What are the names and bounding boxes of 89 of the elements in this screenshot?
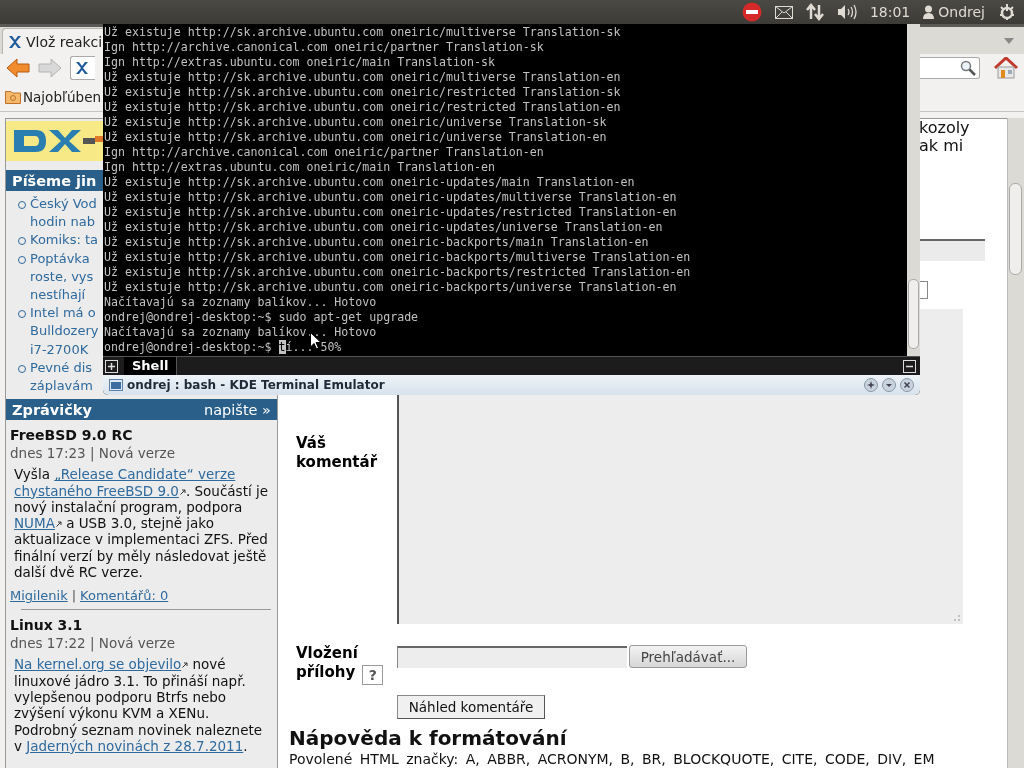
- no-entry-icon[interactable]: [741, 2, 762, 22]
- resize-grip-icon[interactable]: [954, 615, 960, 621]
- home-icon[interactable]: [994, 57, 1018, 79]
- article-link[interactable]: Intel má o Bulldozery i7-2700K: [30, 304, 99, 359]
- close-icon[interactable]: [900, 378, 914, 392]
- user-name[interactable]: Ondrej: [938, 4, 985, 20]
- scrollbar[interactable]: [907, 24, 920, 356]
- terminal-line: Už existuje http://sk.archive.ubuntu.com oneiric-updates/universe Translation-en: [104, 220, 664, 235]
- preview-button[interactable]: Náhled komentáře: [397, 695, 545, 719]
- browse-button[interactable]: Prehľadávať...: [629, 645, 747, 668]
- minimize-icon[interactable]: [903, 359, 916, 373]
- terminal-line: Už existuje http://sk.archive.ubuntu.com oneiric-backports/multiverse Translation-en: [104, 250, 692, 265]
- news-title: FreeBSD 9.0 RC: [10, 427, 134, 444]
- speaker-icon[interactable]: [836, 4, 857, 20]
- new-tab-icon[interactable]: [105, 359, 118, 373]
- external-link-icon: [179, 488, 186, 495]
- address-field[interactable]: [70, 56, 95, 80]
- bookmarks-folder-icon: [5, 89, 21, 104]
- window-title: ondrej : bash - KDE Terminal Emulator: [127, 378, 385, 392]
- back-arrow-icon[interactable]: [6, 58, 30, 78]
- news-title: Linux 3.1: [10, 617, 84, 634]
- text-link[interactable]: NUMA: [14, 515, 62, 532]
- terminal-line: Ign http://archive.canonical.com oneiric/partner Translation-en: [104, 145, 545, 160]
- search-field[interactable]: [917, 57, 980, 79]
- dropdown-icon[interactable]: [882, 378, 896, 392]
- help-heading: Nápověda k formátování: [289, 726, 568, 750]
- scrollbar[interactable]: [1007, 118, 1024, 768]
- news-meta: dnes 17:23 | Nová verze: [10, 445, 176, 462]
- terminal-line: Už existuje http://sk.archive.ubuntu.com oneiric-updates/restricted Translation-en: [104, 205, 678, 220]
- article-link[interactable]: Pevné dis záplavám: [30, 358, 93, 396]
- terminal-line: ondrej@ondrej-desktop:~$ sudo apt-get upgrade: [104, 310, 420, 325]
- help-button[interactable]: ?: [362, 665, 384, 685]
- text-link[interactable]: „Release Candidate“ verze: [54, 466, 236, 483]
- news-meta: dnes 17:22 | Nová verze: [10, 635, 176, 652]
- person-icon: [923, 5, 935, 19]
- write-link[interactable]: napište »: [204, 401, 271, 418]
- terminal-line: Už existuje http://sk.archive.ubuntu.com oneiric-updates/multiverse Translation-en: [104, 190, 678, 205]
- section-title: Píšeme jin: [12, 172, 97, 189]
- external-link-icon: [182, 662, 189, 669]
- terminal-line: Už existuje http://sk.archive.ubuntu.com oneiric/restricted Translation-en: [104, 100, 622, 115]
- article-text: kozoly: [919, 119, 971, 137]
- separator: |: [71, 588, 77, 604]
- scroll-thumb[interactable]: [908, 279, 919, 349]
- section-title: Zprávičky: [12, 401, 92, 418]
- terminal-line: Načítavajú sa zoznamy balíkov... Hotovo: [104, 325, 378, 340]
- article-link[interactable]: Český Vod hodin nab: [30, 195, 97, 232]
- comments-link[interactable]: Komentářů: 0: [80, 588, 169, 604]
- author-link[interactable]: Migilenik: [10, 588, 68, 604]
- terminal-line: Ign http://extras.ubuntu.com oneiric/main Translation-en: [104, 160, 496, 175]
- terminal-line: Už existuje http://sk.archive.ubuntu.com oneiric-backports/restricted Translation-en: [104, 265, 692, 280]
- terminal-line: Už existuje http://sk.archive.ubuntu.com oneiric/universe Translation-sk: [104, 115, 608, 130]
- terminal-tab[interactable]: Shell: [124, 357, 178, 375]
- attachment-label: Vložení přílohy: [296, 644, 358, 681]
- terminal-line: Ign http://archive.canonical.com oneiric/partner Translation-sk: [104, 40, 545, 55]
- file-field[interactable]: [397, 646, 627, 668]
- news-text: Vyšla „Release Candidate“ verze chystaného FreeBSD 9.0 . Součástí je nový instalační program, podpora NUMA a USB 3.0, stejně jako aktualizace v implementaci ZFS. Před finální verzí by měly následovat ještě další dvě RC verze.: [14, 466, 270, 581]
- terminal-line: Už existuje http://sk.archive.ubuntu.com oneiric/universe Translation-en: [104, 130, 608, 145]
- search-icon: [960, 60, 976, 76]
- article-link[interactable]: Komiks: ta: [30, 231, 98, 250]
- text-link[interactable]: Na kernel.org se objevilo: [14, 656, 189, 673]
- terminal-line: Už existuje http://sk.archive.ubuntu.com oneiric-backports/main Translation-en: [104, 235, 650, 250]
- article-text: ak mi: [919, 137, 965, 155]
- text-link[interactable]: chystaného FreeBSD 9.0: [14, 482, 186, 499]
- clock[interactable]: 18:01: [869, 4, 911, 20]
- terminal-line: Ign http://extras.ubuntu.com oneiric/main Translation-sk: [104, 55, 496, 70]
- bookmark-link[interactable]: Najobľúben: [23, 88, 101, 105]
- site-logo-icon: [8, 34, 22, 49]
- text-link[interactable]: Jaderných novinách z 28.7.2011: [26, 737, 244, 754]
- terminal-line: Už existuje http://sk.archive.ubuntu.com oneiric/multiverse Translation-en: [104, 70, 622, 85]
- form-header-bar: [920, 239, 985, 261]
- browser-tab[interactable]: Vlož reakci: [2, 28, 103, 54]
- terminal-icon: [109, 379, 123, 391]
- news-text: Na kernel.org se objevilo nové linuxové jádro 3.1. To přináší např. vylepšenou podporu Btrfs nebo zvýšení výkonu KVM a XENu. Podrobný seznam novinek naleznete v Jaderných novinách z 28.7.2011.: [14, 656, 264, 755]
- comment-label: Váš komentář: [295, 434, 379, 473]
- terminal-line: Už existuje http://sk.archive.ubuntu.com oneiric/multiverse Translation-sk: [104, 25, 622, 40]
- terminal-line: Už existuje http://sk.archive.ubuntu.com oneiric/restricted Translation-sk: [104, 85, 622, 100]
- terminal-line: Načítavajú sa zoznamy balíkov... Hotovo: [104, 295, 378, 310]
- mail-icon[interactable]: [774, 5, 793, 19]
- article-link[interactable]: Poptávka roste, vys nestíhají: [30, 249, 94, 305]
- site-logo-icon: [75, 61, 89, 75]
- terminal-line: Už existuje http://sk.archive.ubuntu.com oneiric-backports/universe Translation-en: [104, 280, 678, 295]
- terminal-line: ondrej@ondrej-desktop:~$ tí... 50%: [104, 340, 343, 355]
- external-link-icon: [55, 521, 62, 528]
- terminal-line: Už existuje http://sk.archive.ubuntu.com oneiric-updates/main Translation-en: [104, 175, 636, 190]
- power-gear-icon[interactable]: [998, 3, 1016, 21]
- pin-icon[interactable]: [864, 378, 878, 392]
- network-arrows-icon[interactable]: [805, 3, 824, 21]
- scroll-thumb[interactable]: [1009, 183, 1022, 275]
- help-text: Povolené HTML značky: A, ABBR, ACRONYM, B, BR, BLOCKQUOTE, CITE, CODE, DIV, EM: [289, 751, 936, 767]
